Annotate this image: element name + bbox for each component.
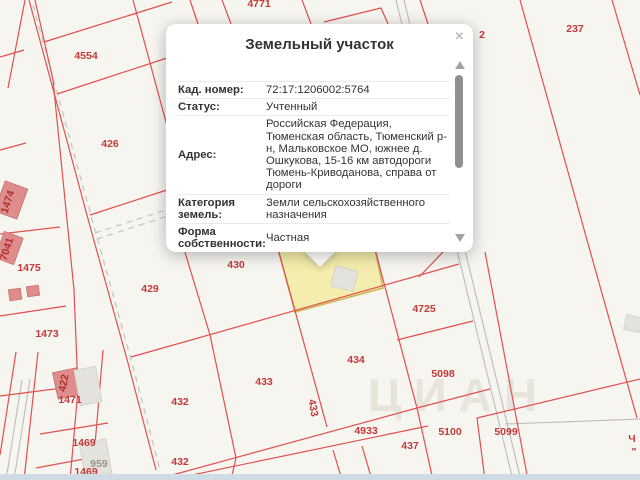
parcel-number-label: 432: [171, 396, 189, 408]
field-label: Кад. номер:: [178, 84, 244, 96]
parcel-number-label: 429: [141, 283, 159, 295]
parcel-number-label: 430: [227, 259, 245, 271]
field-label: Форма собственности:: [178, 226, 266, 251]
site-watermark: ЦИАН: [368, 369, 550, 421]
parcel-number-label: 433: [255, 376, 273, 388]
field-value: 72:17:1206002:5764: [266, 84, 370, 96]
parcel-number-label: Ч: [628, 433, 636, 445]
popup-body: Кад. номер: 72:17:1206002:5764 Статус: У…: [178, 81, 450, 252]
scroll-down-icon[interactable]: [455, 234, 465, 242]
parcel-number-label: 1471: [58, 394, 82, 406]
parcel-number-label: 1469: [72, 437, 96, 449]
parcel-number-label: 2: [479, 29, 485, 41]
info-row-status: Статус: Учтенный: [178, 98, 450, 115]
popup-title: Земельный участок: [245, 36, 394, 53]
field-value: Российская Федерация, Тюменская область,…: [266, 118, 447, 192]
parcel-number-label: 437: [401, 440, 419, 452]
field-label: Адрес:: [178, 148, 217, 161]
parcel-number-label: 237: [566, 23, 584, 35]
parcel-number-label: 4554: [74, 50, 98, 62]
selected-parcel[interactable]: [276, 248, 384, 313]
field-label: Категория земель:: [178, 196, 236, 221]
parcel-number-label: 1475: [17, 262, 41, 274]
parcel-number-label: 5098: [431, 368, 455, 380]
parcel-number-label: 434: [347, 354, 365, 366]
close-icon[interactable]: ×: [455, 29, 464, 45]
info-row-cad-number: Кад. номер: 72:17:1206002:5764: [178, 81, 450, 98]
field-value: Земли сельскохозяйственного назначения: [266, 196, 426, 221]
parcel-number-label: 4771: [247, 0, 271, 10]
scroll-thumb[interactable]: [455, 75, 463, 168]
parcel-number-label: 432: [171, 456, 189, 468]
parcel-info-popup: Земельный участок × Кад. номер: 72:17:12…: [166, 24, 473, 252]
info-row-ownership: Форма собственности: Частная: [178, 223, 450, 252]
field-value: Частная: [266, 232, 310, 245]
parcel-number-label: 426: [101, 138, 119, 150]
cadastral-map-app: ЦИАН 47714554426237281475429430472514734…: [0, 0, 640, 480]
parcel-number-label: 5100: [438, 426, 462, 438]
bottom-edge-bar: [0, 474, 640, 480]
parcel-number-label: 4725: [412, 303, 436, 315]
field-label: Статус:: [178, 101, 220, 114]
parcel-number-label: 5099: [494, 426, 518, 438]
parcel-number-label: ": [631, 446, 637, 458]
info-row-address: Адрес: Российская Федерация, Тюменская о…: [178, 115, 450, 193]
parcel-number-label: 1473: [35, 328, 59, 340]
popup-scrollbar[interactable]: [454, 61, 465, 242]
field-value: Учтенный: [266, 101, 318, 114]
parcel-number-label: 4933: [354, 425, 378, 437]
info-row-land-category: Категория земель: Земли сельскохозяйстве…: [178, 193, 450, 223]
scroll-up-icon[interactable]: [455, 61, 465, 69]
